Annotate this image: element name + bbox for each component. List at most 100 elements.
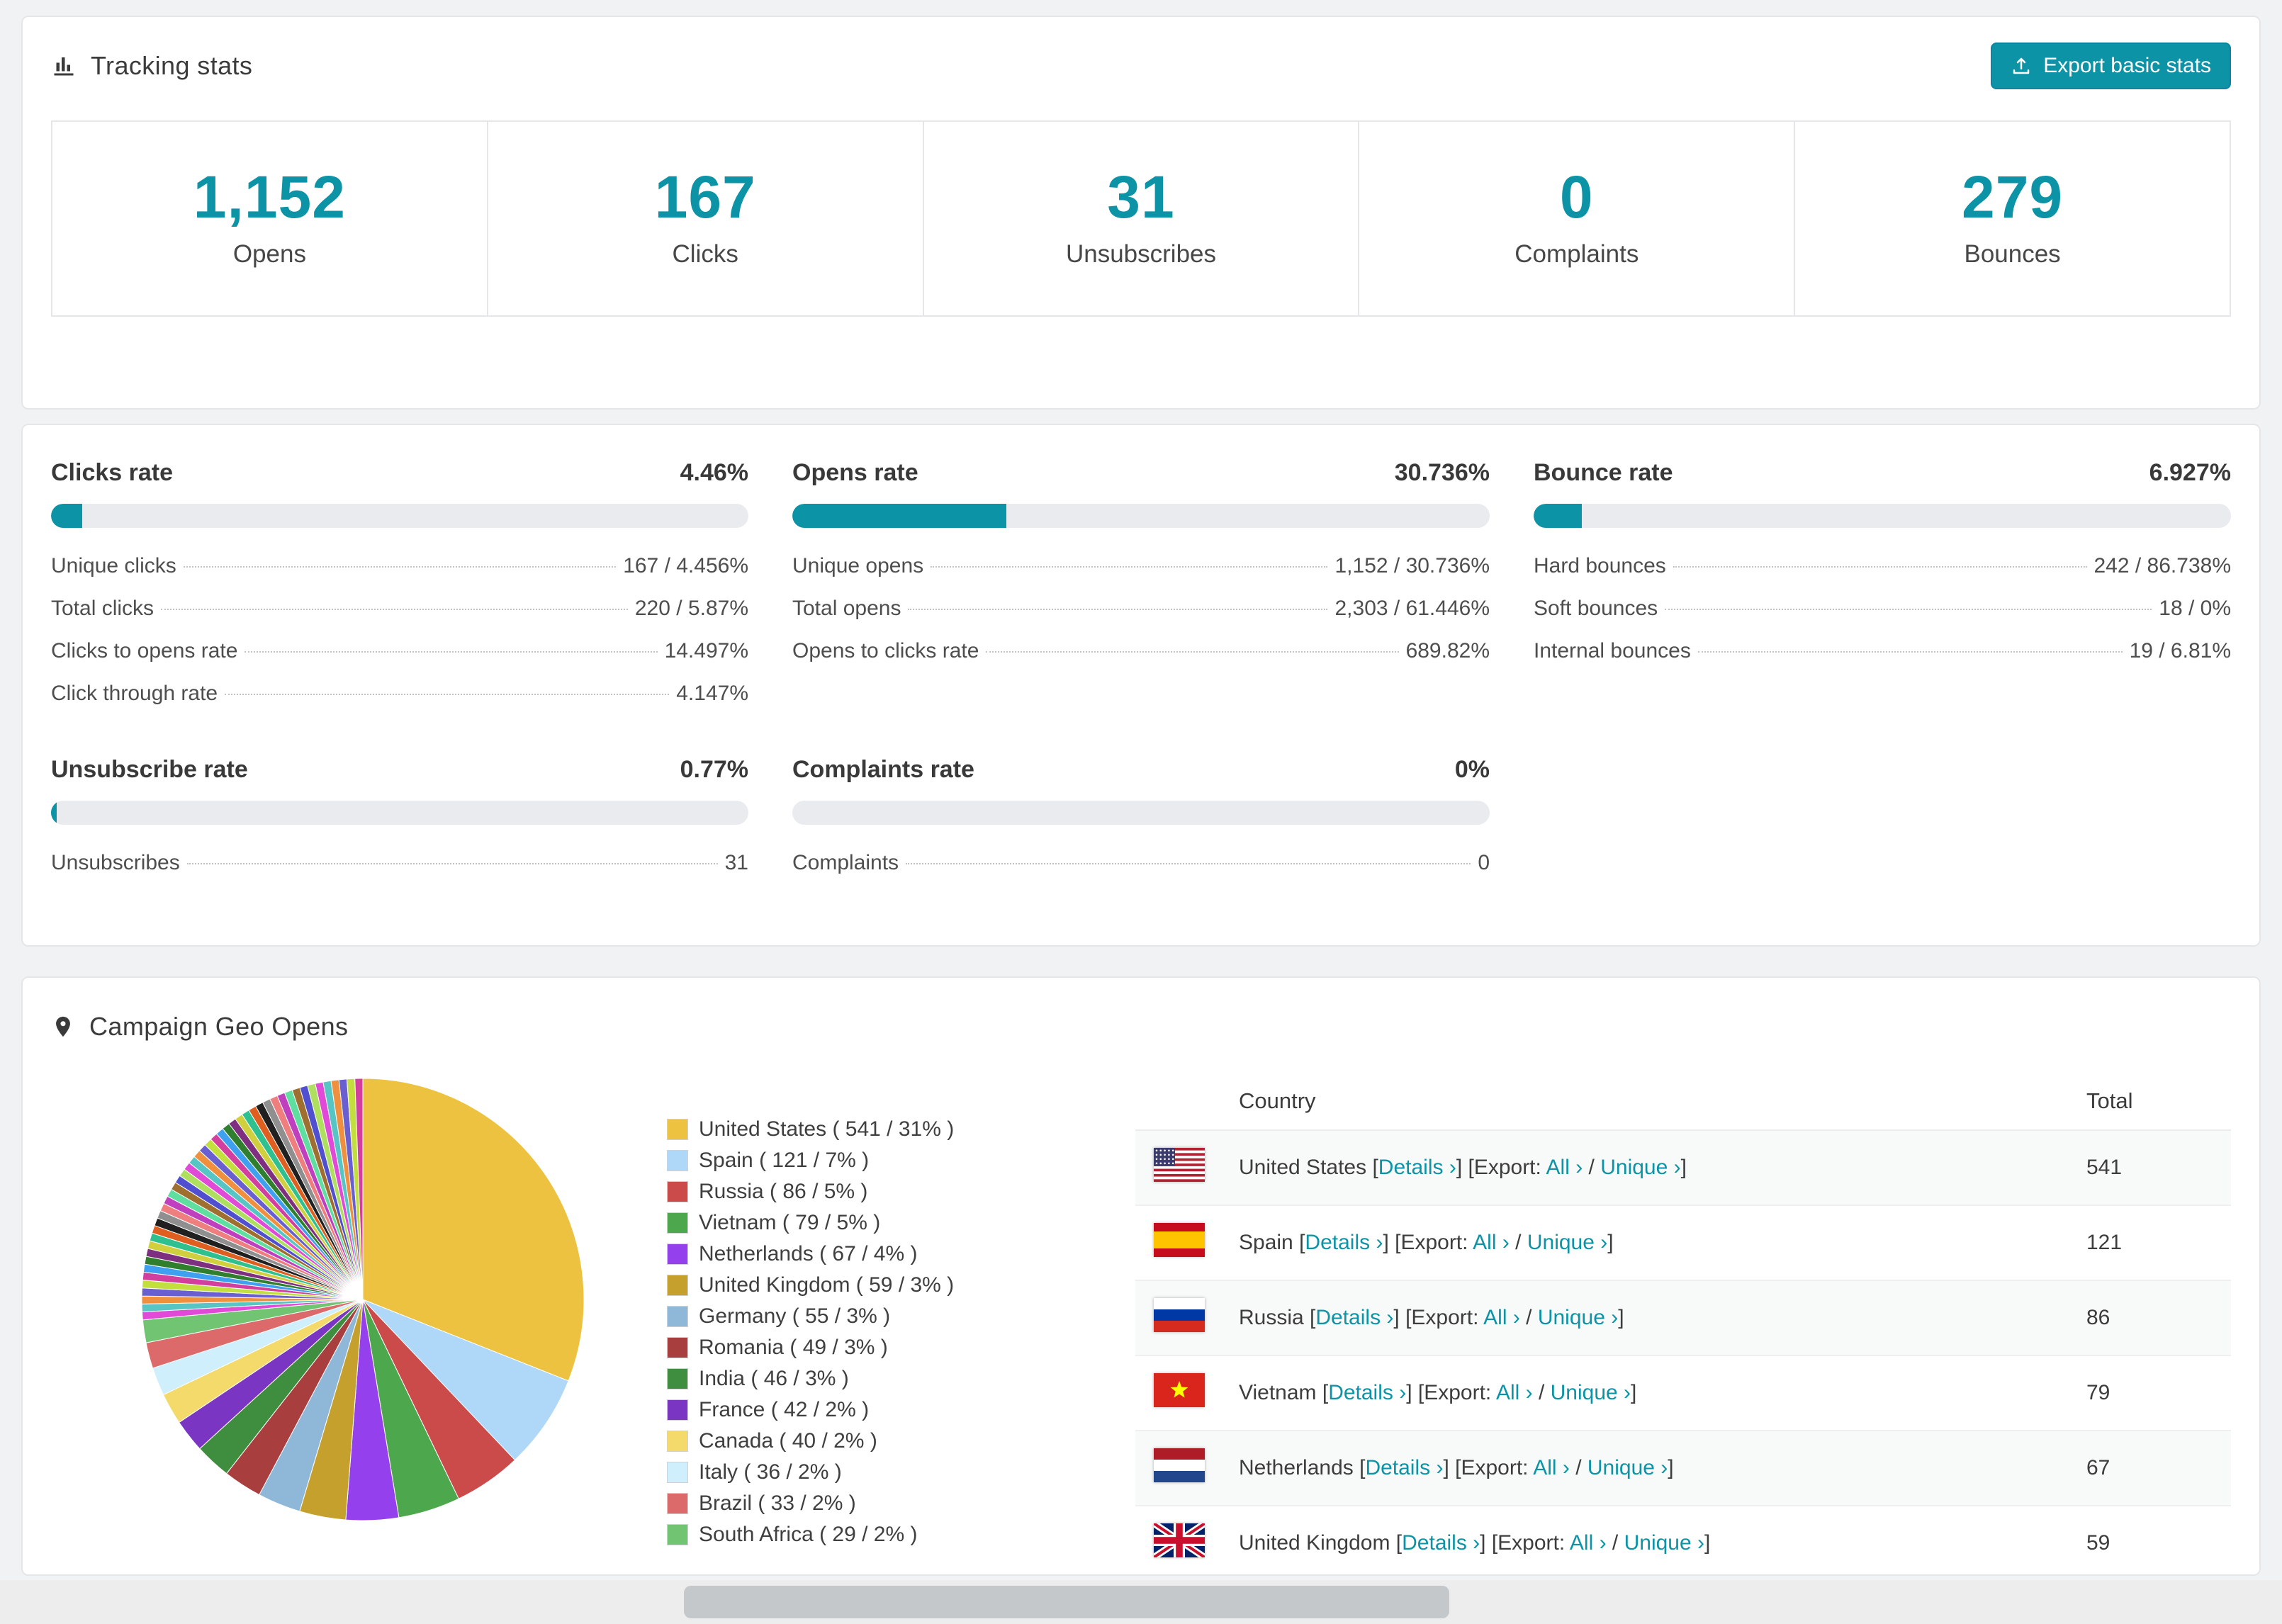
stats-row: 1,152 Opens 167 Clicks 31 Unsubscribes 0 Compla… (51, 120, 2231, 317)
rate-title: Opens rate (792, 459, 918, 486)
rate-block-opens-rate: Opens rate 30.736% Unique opens 1,152 / 30.… (792, 459, 1490, 715)
flag-cell (1135, 1431, 1220, 1506)
rate-row-value: 14.497% (664, 639, 748, 662)
rate-head: Complaints rate 0% (792, 756, 1490, 784)
details-link[interactable]: Details › (1315, 1306, 1393, 1329)
stat-clicks: 167 Clicks (488, 122, 924, 315)
details-link[interactable]: Details › (1378, 1156, 1456, 1179)
legend-item-united-states: United States ( 541 / 31% ) (667, 1114, 1107, 1145)
details-link[interactable]: Details › (1328, 1381, 1406, 1404)
rate-row-label: Total clicks (51, 597, 154, 620)
export-unique-link[interactable]: Unique › (1600, 1156, 1680, 1179)
legend-item-russia: Russia ( 86 / 5% ) (667, 1176, 1107, 1207)
details-link[interactable]: Details › (1305, 1231, 1383, 1254)
rate-row-label: Clicks to opens rate (51, 639, 238, 662)
export-all-link[interactable]: All › (1483, 1306, 1520, 1329)
rate-title: Clicks rate (51, 459, 173, 486)
rate-row-unique-opens: Unique opens 1,152 / 30.736% (792, 545, 1490, 587)
export-unique-link[interactable]: Unique › (1551, 1381, 1631, 1404)
geo-row-united-kingdom: United Kingdom [Details ›] [Export: All … (1135, 1506, 2231, 1574)
progress-bar (51, 801, 748, 825)
rate-row-soft-bounces: Soft bounces 18 / 0% (1534, 587, 2231, 630)
export-unique-link[interactable]: Unique › (1527, 1231, 1607, 1254)
export-basic-stats-button[interactable]: Export basic stats (1991, 43, 2231, 89)
stat-label: Bounces (1964, 240, 2061, 268)
export-all-link[interactable]: All › (1570, 1531, 1607, 1555)
details-link[interactable]: Details › (1402, 1531, 1480, 1555)
rate-percent: 0% (1454, 756, 1490, 783)
rate-rows: Unique clicks 167 / 4.456% Total clicks 220… (51, 545, 748, 715)
stat-opens: 1,152 Opens (52, 122, 488, 315)
rate-rows: Hard bounces 242 / 86.738% Soft bounces 18 … (1534, 545, 2231, 672)
flag-spain-icon (1154, 1223, 1205, 1257)
geo-body: United States ( 541 / 31% ) Spain ( 121 /… (51, 1073, 2231, 1574)
rate-row-label: Internal bounces (1534, 639, 1691, 662)
rate-head: Unsubscribe rate 0.77% (51, 756, 748, 784)
legend-item-spain: Spain ( 121 / 7% ) (667, 1145, 1107, 1176)
legend-item-italy: Italy ( 36 / 2% ) (667, 1457, 1107, 1488)
legend-item-romania: Romania ( 49 / 3% ) (667, 1332, 1107, 1363)
geo-pie-chart (136, 1073, 590, 1526)
progress-bar (792, 504, 1490, 528)
legend-label: France ( 42 / 2% ) (699, 1398, 870, 1421)
export-all-link[interactable]: All › (1473, 1231, 1510, 1254)
stat-value: 31 (1107, 164, 1175, 230)
rate-row-unsubscribes: Unsubscribes 31 (51, 842, 748, 884)
stat-value: 167 (654, 164, 756, 230)
stat-bounces: 279 Bounces (1795, 122, 2230, 315)
flag-cell (1135, 1205, 1220, 1281)
progress-bar-fill (51, 504, 82, 528)
legend-swatch (667, 1399, 688, 1421)
rate-row-internal-bounces: Internal bounces 19 / 6.81% (1534, 630, 2231, 672)
export-all-link[interactable]: All › (1496, 1381, 1533, 1404)
progress-bar (1534, 504, 2231, 528)
legend-item-brazil: Brazil ( 33 / 2% ) (667, 1488, 1107, 1519)
rate-row-label: Opens to clicks rate (792, 639, 979, 662)
rate-row-value: 0 (1478, 851, 1490, 874)
page: Tracking stats Export basic stats 1,152 O… (0, 0, 2282, 1576)
export-unique-link[interactable]: Unique › (1538, 1306, 1618, 1329)
legend-item-germany: Germany ( 55 / 3% ) (667, 1301, 1107, 1332)
country-total: 86 (2068, 1280, 2231, 1356)
rate-row-label: Click through rate (51, 682, 218, 705)
export-all-link[interactable]: All › (1546, 1156, 1583, 1179)
legend-label: United Kingdom ( 59 / 3% ) (699, 1273, 955, 1297)
rate-title: Complaints rate (792, 756, 974, 783)
rate-block-complaints-rate: Complaints rate 0% Complaints 0 (792, 756, 1490, 884)
flag-russia-icon (1154, 1298, 1205, 1332)
export-unique-link[interactable]: Unique › (1624, 1531, 1704, 1555)
rate-row-label: Soft bounces (1534, 597, 1658, 620)
legend-item-france: France ( 42 / 2% ) (667, 1394, 1107, 1426)
country-cell: Netherlands [Details ›] [Export: All › /… (1220, 1431, 2068, 1506)
export-unique-link[interactable]: Unique › (1587, 1456, 1668, 1479)
tracking-stats-card: Tracking stats Export basic stats 1,152 O… (21, 16, 2261, 410)
legend-label: Romania ( 49 / 3% ) (699, 1336, 888, 1359)
rate-block-clicks-rate: Clicks rate 4.46% Unique clicks 167 / 4.456… (51, 459, 748, 715)
geo-row-russia: Russia [Details ›] [Export: All › / Uniq… (1135, 1280, 2231, 1356)
country-total: 541 (2068, 1130, 2231, 1206)
rate-row-value: 19 / 6.81% (2129, 639, 2231, 662)
col-flag (1135, 1073, 1220, 1131)
rate-head: Bounce rate 6.927% (1534, 459, 2231, 487)
export-all-link[interactable]: All › (1533, 1456, 1570, 1479)
dotted-leader (1697, 651, 2123, 653)
horizontal-scrollbar-thumb[interactable] (684, 1586, 1449, 1618)
geo-table-body: United States [Details ›] [Export: All ›… (1135, 1130, 2231, 1574)
rate-row-label: Unique clicks (51, 554, 176, 577)
progress-bar-fill (792, 504, 1007, 528)
legend-item-south-africa: South Africa ( 29 / 2% ) (667, 1519, 1107, 1550)
details-link[interactable]: Details › (1365, 1456, 1443, 1479)
rate-row-opens-to-clicks-rate: Opens to clicks rate 689.82% (792, 630, 1490, 672)
horizontal-scrollbar-track[interactable] (0, 1580, 2282, 1624)
legend-item-united-kingdom: United Kingdom ( 59 / 3% ) (667, 1270, 1107, 1301)
progress-bar (792, 801, 1490, 825)
flag-united-states-icon (1154, 1148, 1205, 1182)
legend-label: Brazil ( 33 / 2% ) (699, 1492, 856, 1515)
rate-title: Unsubscribe rate (51, 756, 248, 783)
rate-row-total-clicks: Total clicks 220 / 5.87% (51, 587, 748, 630)
dotted-leader (1665, 609, 2152, 610)
rate-rows: Unique opens 1,152 / 30.736% Total opens 2,… (792, 545, 1490, 672)
flag-vietnam-icon (1154, 1373, 1205, 1407)
legend-item-india: India ( 46 / 3% ) (667, 1363, 1107, 1394)
rate-row-value: 167 / 4.456% (623, 554, 748, 577)
